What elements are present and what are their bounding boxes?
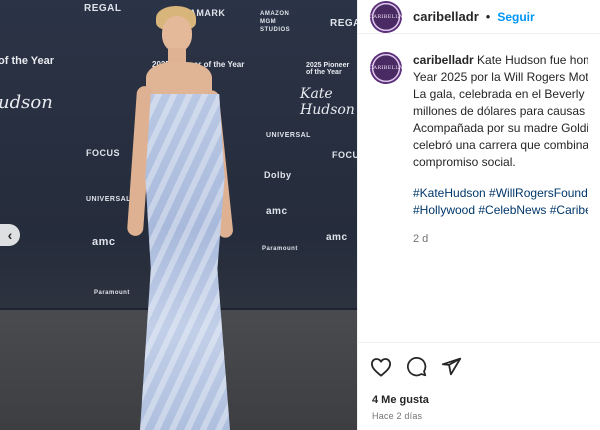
separator-dot: • — [485, 9, 491, 24]
caption-line: Acompañada por su madre Goldie — [413, 121, 588, 135]
backdrop-logo-focus: FOCUS — [86, 148, 120, 158]
backdrop-logo-amc: amc — [266, 206, 288, 217]
caption-avatar[interactable]: CARIBELLA — [369, 52, 403, 84]
backdrop-text: Kate Hudson — [300, 86, 355, 118]
divider — [358, 342, 600, 343]
backdrop-logo-amc-2: amc — [92, 236, 116, 248]
backdrop-logo-focus-2: FOCUS — [332, 150, 357, 160]
caption-line: millones de dólares para causas be — [413, 104, 588, 118]
action-bar — [370, 356, 462, 377]
backdrop-text: udson — [0, 92, 53, 113]
backdrop-logo-paramount: Paramount — [94, 290, 130, 296]
caption-block: CARIBELLA caribelladr Kate Hudson fue ho… — [358, 34, 600, 248]
backdrop-logo-paramount-2: Paramount — [262, 246, 298, 252]
header-username[interactable]: caribelladr — [413, 9, 479, 24]
figure-gown — [140, 94, 230, 430]
caption-line: compromiso social. — [413, 155, 516, 169]
caption-line: Kate Hudson fue home — [477, 53, 588, 67]
avatar[interactable]: CARIBELLA — [369, 0, 403, 33]
caption-line: Year 2025 por la Will Rogers Motio — [413, 70, 588, 84]
backdrop-logo-universal: UNIVERSAL — [266, 132, 311, 139]
figure-head — [162, 16, 192, 52]
backdrop-logo-regal: REGAL — [84, 3, 122, 14]
comment-icon[interactable] — [406, 356, 427, 377]
hashtag-line[interactable]: #KateHudson #WillRogersFoundat — [413, 185, 588, 202]
hashtags[interactable]: #KateHudson #WillRogersFoundat #Hollywoo… — [413, 185, 588, 219]
caption-age: 2 d — [413, 233, 429, 245]
likes-count[interactable]: 4 Me gusta — [372, 394, 429, 406]
follow-button[interactable]: Seguir — [497, 10, 534, 24]
backdrop-logo-regal-2: REGAL — [330, 18, 357, 29]
send-icon[interactable] — [441, 356, 462, 377]
caption-line: La gala, celebrada en el Beverly Hil — [413, 87, 588, 101]
post-timestamp: Hace 2 días — [372, 411, 423, 421]
caption-username[interactable]: caribelladr — [413, 53, 474, 67]
post-image[interactable]: REGAL TAMARK AMAZON MGM STUDIOS REGAL of… — [0, 0, 357, 430]
backdrop-text: of the Year — [0, 55, 55, 67]
chevron-left-icon: ‹ — [7, 227, 13, 243]
post-header: CARIBELLA caribelladr • Seguir — [358, 0, 600, 34]
backdrop-logo-amazon: AMAZON MGM STUDIOS — [260, 11, 291, 33]
backdrop-logo-amc-3: amc — [326, 232, 348, 243]
carousel-prev-button[interactable]: ‹ — [0, 224, 20, 246]
post-details-panel: CARIBELLA caribelladr • Seguir CARIBELLA… — [357, 0, 600, 430]
backdrop-logo-universal-2: UNIVERSAL — [86, 196, 131, 203]
caption-line: celebró una carrera que combina t — [413, 138, 588, 152]
backdrop-logo-dolby: Dolby — [264, 170, 292, 180]
heart-icon[interactable] — [370, 357, 392, 377]
caption-text: caribelladr Kate Hudson fue home Year 20… — [413, 52, 588, 248]
avatar-logo-text: CARIBELLA — [369, 65, 403, 71]
hashtag-line[interactable]: #Hollywood #CelebNews #Caribell — [413, 202, 588, 219]
avatar-logo-text: CARIBELLA — [369, 13, 403, 20]
backdrop-text: 2025 Pioneer of the Year — [306, 62, 350, 76]
